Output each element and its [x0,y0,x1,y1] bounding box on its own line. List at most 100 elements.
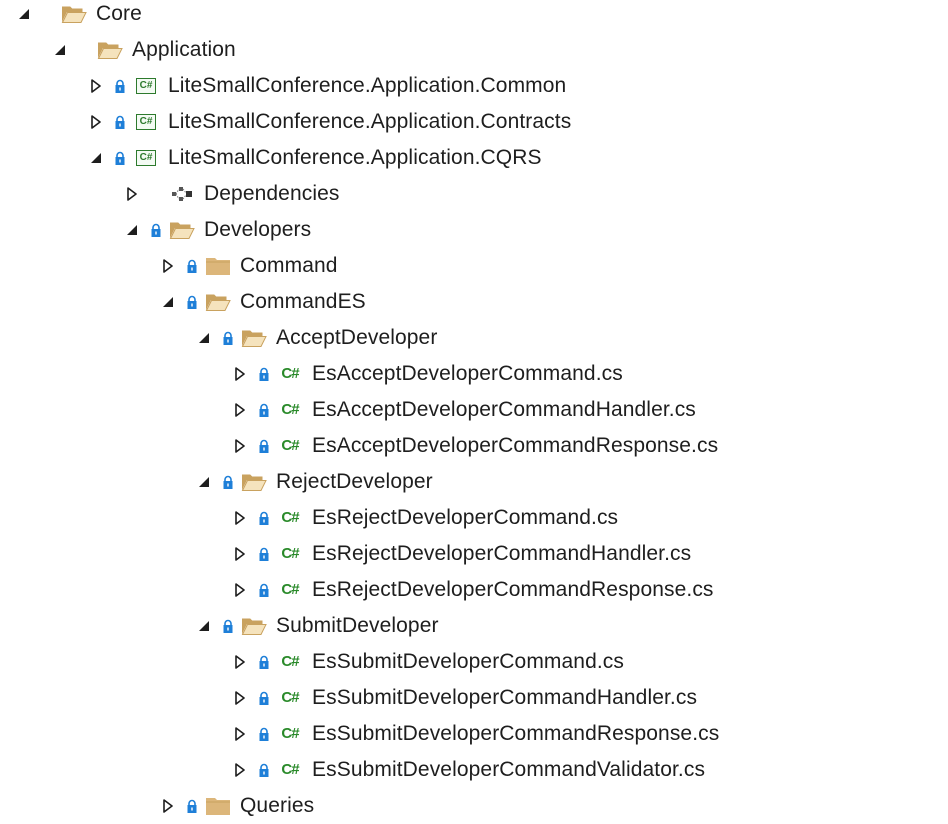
tree-row[interactable]: C# LiteSmallConference.Application.Common [86,68,566,104]
collapsed-triangle-icon[interactable] [86,76,106,96]
tree-item-label: RejectDeveloper [276,470,433,493]
tree-row[interactable]: C# EsRejectDeveloperCommandHandler.cs [230,536,691,572]
csharp-file-icon: C# [276,651,304,673]
csharp-file-icon: C# [276,435,304,457]
tree-row[interactable]: AcceptDeveloper [194,320,437,356]
collapsed-triangle-icon[interactable] [230,760,250,780]
tree-item-label: EsRejectDeveloperCommandResponse.cs [312,578,714,601]
dependencies-icon [168,183,196,205]
tree-row[interactable]: Developers [122,212,311,248]
tree-row[interactable]: Queries [158,788,314,824]
expanded-triangle-icon[interactable] [14,4,34,24]
collapsed-triangle-icon[interactable] [230,580,250,600]
csharp-file-icon: C# [276,687,304,709]
csharp-file-badge: C# [281,725,299,742]
lock-icon [186,798,200,814]
tree-item-label: CommandES [240,290,366,313]
tree-item-label: Command [240,254,338,277]
lock-icon [258,726,272,742]
expanded-triangle-icon[interactable] [50,40,70,60]
tree-row[interactable]: Command [158,248,338,284]
expanded-triangle-icon[interactable] [194,328,214,348]
tree-row[interactable]: C# LiteSmallConference.Application.CQRS [86,140,542,176]
csharp-project-badge: C# [136,150,156,166]
collapsed-triangle-icon[interactable] [230,436,250,456]
folder-open-icon [60,3,88,25]
folder-icon [204,795,232,817]
folder-open-icon [96,39,124,61]
tree-row[interactable]: C# EsRejectDeveloperCommand.cs [230,500,618,536]
lock-icon [258,510,272,526]
tree-row[interactable]: CommandES [158,284,366,320]
expanded-triangle-icon[interactable] [194,616,214,636]
tree-item-label: Dependencies [204,182,340,205]
lock-icon [222,330,236,346]
tree-item-label: EsAcceptDeveloperCommand.cs [312,362,623,385]
lock-icon [258,654,272,670]
csharp-file-icon: C# [276,759,304,781]
tree-row[interactable]: C# EsSubmitDeveloperCommand.cs [230,644,624,680]
lock-icon [258,438,272,454]
csharp-file-badge: C# [281,689,299,706]
expanded-triangle-icon[interactable] [158,292,178,312]
csharp-file-badge: C# [281,437,299,454]
expanded-triangle-icon[interactable] [194,472,214,492]
tree-item-label: SubmitDeveloper [276,614,439,637]
csharp-project-badge: C# [136,78,156,94]
collapsed-triangle-icon[interactable] [230,400,250,420]
tree-row[interactable]: C# EsAcceptDeveloperCommand.cs [230,356,623,392]
collapsed-triangle-icon[interactable] [230,688,250,708]
collapsed-triangle-icon[interactable] [230,364,250,384]
tree-item-label: Core [96,2,142,25]
lock-icon [114,114,128,130]
tree-item-label: LiteSmallConference.Application.CQRS [168,146,542,169]
csharp-file-icon: C# [276,399,304,421]
lock-spacer [150,186,164,202]
tree-row[interactable]: C# EsRejectDeveloperCommandResponse.cs [230,572,714,608]
csharp-file-icon: C# [276,579,304,601]
tree-row[interactable]: C# EsAcceptDeveloperCommandResponse.cs [230,428,718,464]
csharp-project-icon: C# [132,75,160,97]
tree-row[interactable]: C# EsSubmitDeveloperCommandHandler.cs [230,680,697,716]
lock-spacer [78,42,92,58]
tree-item-label: EsRejectDeveloperCommand.cs [312,506,619,529]
expanded-triangle-icon[interactable] [122,220,142,240]
collapsed-triangle-icon[interactable] [158,796,178,816]
lock-icon [186,258,200,274]
collapsed-triangle-icon[interactable] [158,256,178,276]
collapsed-triangle-icon[interactable] [122,184,142,204]
tree-row[interactable]: C# EsSubmitDeveloperCommandValidator.cs [230,752,705,788]
tree-item-label: EsRejectDeveloperCommandHandler.cs [312,542,692,565]
tree-row[interactable]: C# EsSubmitDeveloperCommandResponse.cs [230,716,719,752]
lock-icon [114,150,128,166]
csharp-file-badge: C# [281,509,299,526]
collapsed-triangle-icon[interactable] [230,724,250,744]
tree-row[interactable]: RejectDeveloper [194,464,433,500]
lock-icon [258,762,272,778]
tree-item-label: EsSubmitDeveloperCommandValidator.cs [312,758,706,781]
lock-icon [258,582,272,598]
tree-item-label: EsAcceptDeveloperCommandHandler.cs [312,398,696,421]
tree-row[interactable]: Application [50,32,236,68]
tree-row[interactable]: Core [14,0,142,32]
tree-row[interactable]: C# LiteSmallConference.Application.Contra… [86,104,571,140]
folder-open-icon [168,219,196,241]
tree-row[interactable]: Dependencies [122,176,339,212]
lock-icon [258,366,272,382]
csharp-file-badge: C# [281,581,299,598]
collapsed-triangle-icon[interactable] [230,508,250,528]
tree-row[interactable]: C# EsAcceptDeveloperCommandHandler.cs [230,392,696,428]
tree-item-label: AcceptDeveloper [276,326,438,349]
tree-item-label: Developers [204,218,312,241]
collapsed-triangle-icon[interactable] [230,544,250,564]
csharp-file-icon: C# [276,723,304,745]
tree-item-label: Queries [240,794,315,817]
lock-icon [258,690,272,706]
tree-row[interactable]: SubmitDeveloper [194,608,439,644]
collapsed-triangle-icon[interactable] [86,112,106,132]
csharp-file-badge: C# [281,761,299,778]
expanded-triangle-icon[interactable] [86,148,106,168]
tree-item-label: LiteSmallConference.Application.Common [168,74,567,97]
csharp-file-icon: C# [276,363,304,385]
collapsed-triangle-icon[interactable] [230,652,250,672]
